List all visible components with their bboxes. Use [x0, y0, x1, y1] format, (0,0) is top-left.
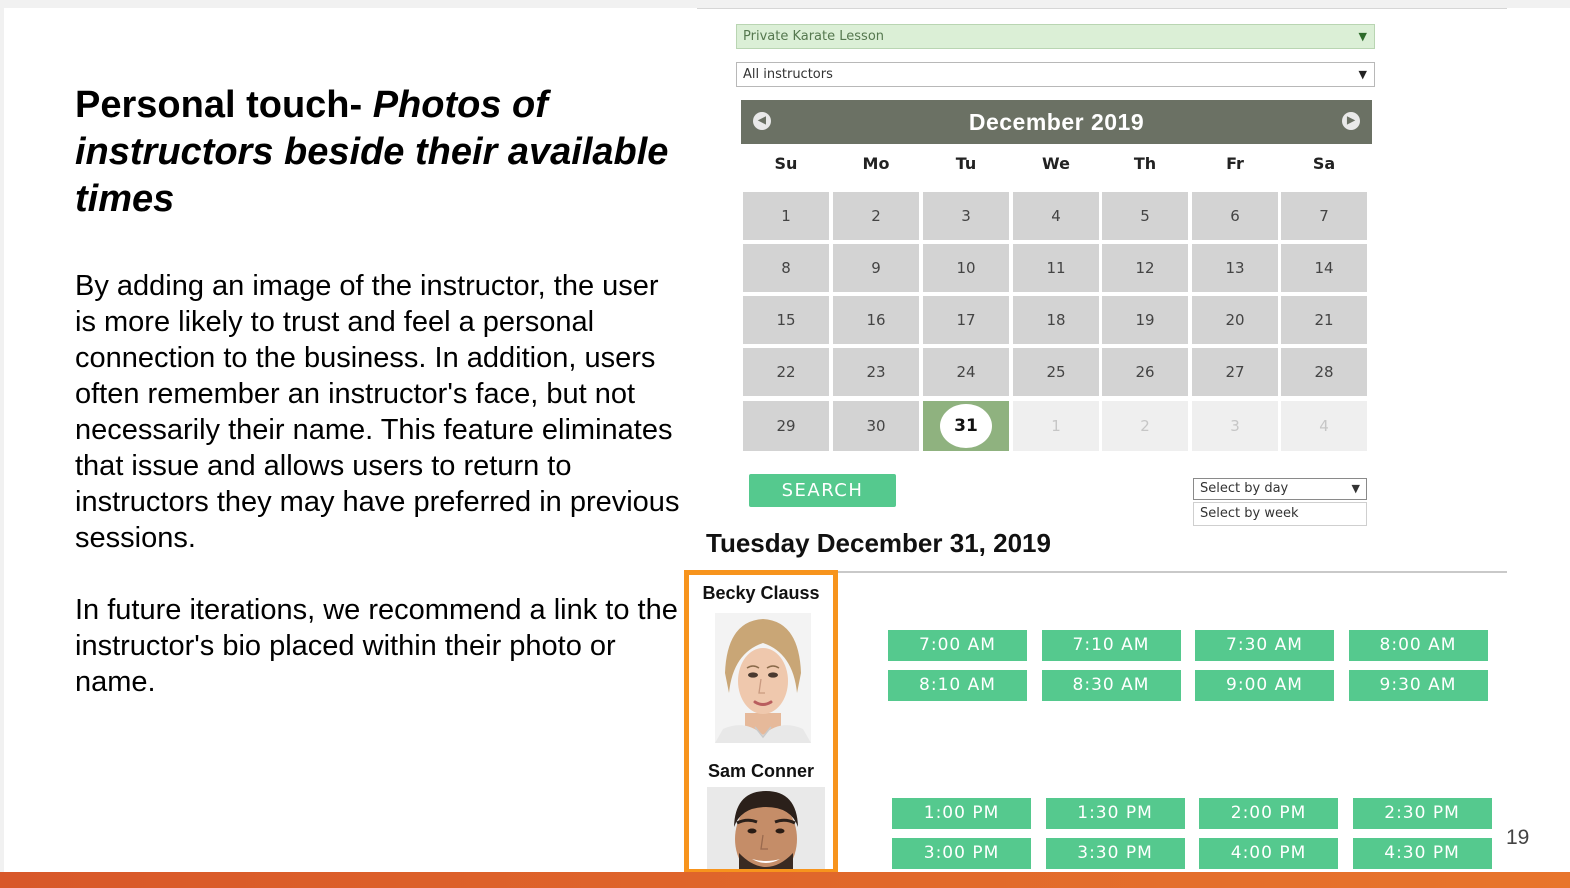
calendar-day[interactable]: 12 — [1102, 244, 1188, 292]
calendar-header: December 2019 ◀ ▶ — [741, 100, 1372, 144]
time-slot-button[interactable]: 7:30 AM — [1195, 630, 1334, 661]
calendar-day[interactable]: 11 — [1013, 244, 1099, 292]
instructor-photo-becky[interactable] — [715, 613, 811, 743]
calendar-day-next-month: 1 — [1013, 401, 1099, 451]
calendar-day-selected[interactable]: 31 — [923, 401, 1009, 451]
calendar-day[interactable]: 13 — [1192, 244, 1278, 292]
time-slot-button[interactable]: 9:00 AM — [1195, 670, 1334, 701]
calendar-day-next-month: 4 — [1281, 401, 1367, 451]
man-portrait-icon — [707, 787, 825, 869]
chevron-right-icon[interactable]: ▶ — [1342, 112, 1360, 130]
body-paragraph-2: In future iterations, we recommend a lin… — [75, 594, 678, 698]
calendar-day[interactable]: 2 — [833, 192, 919, 240]
weekday-label: Sa — [1312, 154, 1336, 173]
calendar-day[interactable]: 28 — [1281, 348, 1367, 396]
calendar-day-next-month: 3 — [1192, 401, 1278, 451]
weekday-label: Mo — [862, 154, 890, 173]
dropdown-arrow-icon: ▼ — [1358, 68, 1367, 81]
view-select[interactable]: Select by day ▼ — [1193, 478, 1367, 500]
search-button[interactable]: SEARCH — [749, 474, 896, 507]
chevron-left-icon[interactable]: ◀ — [753, 112, 771, 130]
time-slot-button[interactable]: 2:30 PM — [1352, 798, 1492, 829]
calendar-day[interactable]: 6 — [1192, 192, 1278, 240]
screenshot-top-rule — [697, 8, 1507, 9]
calendar-day[interactable]: 1 — [743, 192, 829, 240]
time-slot-button[interactable]: 1:30 PM — [1045, 798, 1185, 829]
selected-date-heading: Tuesday December 31, 2019 — [706, 528, 1051, 558]
time-slot-button[interactable]: 9:30 AM — [1348, 670, 1488, 701]
slide-body: By adding an image of the instructor, th… — [75, 268, 685, 736]
time-slot-button[interactable]: 2:00 PM — [1199, 798, 1338, 829]
calendar-month-title: December 2019 — [968, 109, 1145, 135]
calendar-day[interactable]: 4 — [1013, 192, 1099, 240]
weekday-label: Su — [774, 154, 798, 173]
calendar-day[interactable]: 24 — [923, 348, 1009, 396]
weekday-label: Fr — [1226, 154, 1244, 173]
instructor-name[interactable]: Becky Clauss — [689, 583, 833, 604]
calendar-day[interactable]: 29 — [743, 401, 829, 451]
calendar-day[interactable]: 8 — [743, 244, 829, 292]
view-option-week[interactable]: Select by week — [1193, 502, 1367, 526]
instructor-highlight-box: Becky Clauss Sam Conner — [684, 570, 838, 874]
calendar-day[interactable]: 19 — [1102, 296, 1188, 344]
time-slot-button[interactable]: 7:00 AM — [888, 630, 1027, 661]
calendar-day[interactable]: 10 — [923, 244, 1009, 292]
instructor-photo-sam[interactable] — [707, 787, 825, 869]
time-slot-button[interactable]: 3:00 PM — [892, 838, 1031, 869]
instructor-select[interactable]: All instructors ▼ — [736, 62, 1375, 87]
calendar-day[interactable]: 30 — [833, 401, 919, 451]
calendar-day[interactable]: 20 — [1192, 296, 1278, 344]
slide-title: Personal touch- Photos of instructors be… — [75, 82, 695, 223]
dropdown-arrow-icon: ▼ — [1351, 482, 1360, 495]
calendar-day[interactable]: 26 — [1102, 348, 1188, 396]
dropdown-arrow-icon: ▼ — [1358, 30, 1367, 43]
lesson-select-value: Private Karate Lesson — [743, 29, 885, 44]
calendar-day[interactable]: 18 — [1013, 296, 1099, 344]
selected-day-circle: 31 — [940, 404, 992, 448]
calendar-day-next-month: 2 — [1102, 401, 1188, 451]
calendar-day[interactable]: 14 — [1281, 244, 1367, 292]
view-select-value: Select by day — [1200, 481, 1289, 496]
woman-portrait-icon — [715, 613, 811, 743]
weekday-label: We — [1042, 154, 1070, 173]
calendar-day[interactable]: 25 — [1013, 348, 1099, 396]
calendar-day[interactable]: 15 — [743, 296, 829, 344]
time-slot-button[interactable]: 4:00 PM — [1199, 838, 1338, 869]
slide-top-edge — [0, 0, 1570, 8]
time-slot-button[interactable]: 8:00 AM — [1348, 630, 1488, 661]
slide-left-edge — [0, 0, 4, 888]
calendar-day[interactable]: 5 — [1102, 192, 1188, 240]
calendar-day[interactable]: 3 — [923, 192, 1009, 240]
time-slot-button[interactable]: 1:00 PM — [892, 798, 1031, 829]
page-number: 19 — [1506, 826, 1530, 849]
lesson-select[interactable]: Private Karate Lesson ▼ — [736, 24, 1375, 49]
calendar-day[interactable]: 16 — [833, 296, 919, 344]
weekday-label: Th — [1133, 154, 1157, 173]
time-slot-button[interactable]: 4:30 PM — [1352, 838, 1492, 869]
body-paragraph-1: By adding an image of the instructor, th… — [75, 270, 680, 554]
slide-accent-bar — [0, 872, 1570, 888]
weekday-label: Tu — [955, 154, 977, 173]
time-slot-button[interactable]: 3:30 PM — [1045, 838, 1185, 869]
time-slot-button[interactable]: 7:10 AM — [1041, 630, 1181, 661]
instructor-name[interactable]: Sam Conner — [689, 761, 833, 782]
calendar-day[interactable]: 27 — [1192, 348, 1278, 396]
calendar-day[interactable]: 17 — [923, 296, 1009, 344]
calendar-day[interactable]: 23 — [833, 348, 919, 396]
calendar-day[interactable]: 21 — [1281, 296, 1367, 344]
calendar-day[interactable]: 7 — [1281, 192, 1367, 240]
title-plain: Personal touch- — [75, 84, 363, 126]
instructor-select-value: All instructors — [743, 67, 833, 82]
time-slot-button[interactable]: 8:10 AM — [888, 670, 1027, 701]
time-slot-button[interactable]: 8:30 AM — [1041, 670, 1181, 701]
calendar-day[interactable]: 22 — [743, 348, 829, 396]
calendar-day[interactable]: 9 — [833, 244, 919, 292]
slide: Personal touch- Photos of instructors be… — [0, 0, 1570, 888]
